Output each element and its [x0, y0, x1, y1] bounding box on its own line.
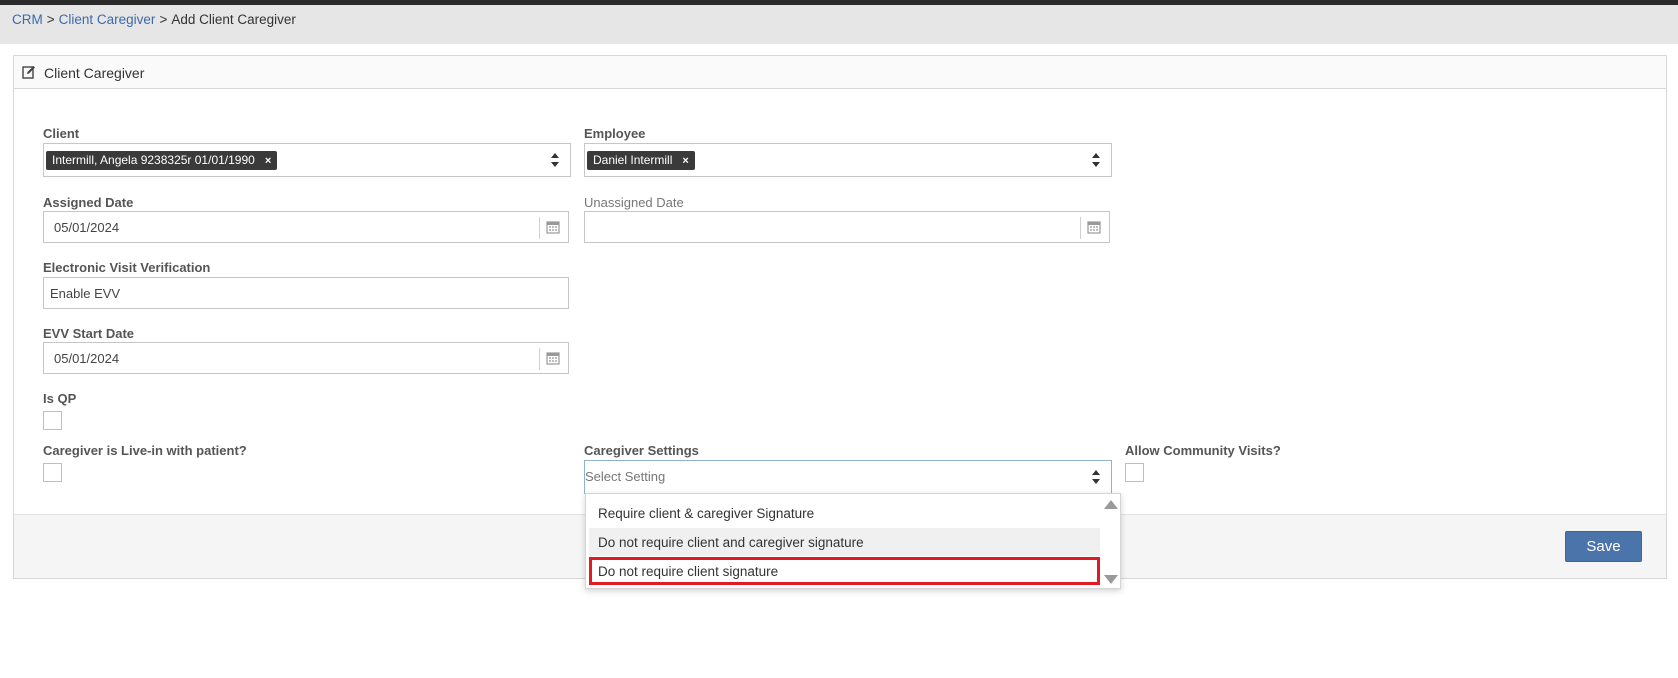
- breadcrumb-separator: >: [46, 12, 55, 27]
- calendar-icon[interactable]: [546, 220, 560, 234]
- evv-value: Enable EVV: [50, 286, 121, 301]
- is-qp-label: Is QP: [43, 391, 77, 406]
- assigned-date-value: 05/01/2024: [54, 220, 120, 235]
- divider: [1080, 217, 1081, 239]
- up-down-arrows-icon: [1092, 470, 1100, 484]
- up-down-arrows-icon: [1092, 153, 1100, 167]
- breadcrumb: CRM > Client Caregiver > Add Client Caregive…: [12, 12, 296, 27]
- option-require-both-signature[interactable]: Require client & caregiver Signature: [589, 499, 1100, 527]
- panel-title: Client Caregiver: [44, 65, 145, 81]
- breadcrumb-current: Add Client Caregiver: [171, 12, 296, 27]
- scroll-down-icon[interactable]: [1104, 575, 1118, 584]
- evv-start-date-input[interactable]: 05/01/2024: [43, 342, 569, 374]
- client-tag-text: Intermill, Angela 9238325r 01/01/1990: [52, 153, 255, 167]
- divider: [539, 348, 540, 370]
- save-button[interactable]: Save: [1565, 531, 1642, 562]
- is-qp-checkbox[interactable]: [43, 411, 62, 430]
- breadcrumb-separator: >: [159, 12, 168, 27]
- assigned-date-label: Assigned Date: [43, 195, 134, 210]
- evv-start-date-value: 05/01/2024: [54, 351, 120, 366]
- evv-input[interactable]: Enable EVV: [43, 277, 569, 309]
- breadcrumb-crm-link[interactable]: CRM: [12, 12, 43, 27]
- option-no-client-caregiver-signature[interactable]: Do not require client and caregiver sign…: [589, 528, 1100, 556]
- client-select[interactable]: Intermill, Angela 9238325r 01/01/1990 ×: [43, 143, 571, 177]
- employee-tag-text: Daniel Intermill: [593, 153, 673, 167]
- employee-tag-remove-icon[interactable]: ×: [682, 155, 688, 167]
- employee-tag: Daniel Intermill ×: [587, 151, 695, 170]
- caregiver-settings-select[interactable]: Select Setting: [584, 460, 1112, 494]
- unassigned-date-label: Unassigned Date: [584, 195, 684, 210]
- evv-label: Electronic Visit Verification: [43, 260, 211, 275]
- employee-select[interactable]: Daniel Intermill ×: [584, 143, 1112, 177]
- employee-label: Employee: [584, 126, 646, 141]
- community-visits-label: Allow Community Visits?: [1125, 443, 1281, 458]
- live-in-label: Caregiver is Live-in with patient?: [43, 443, 247, 458]
- live-in-checkbox[interactable]: [43, 463, 62, 482]
- evv-start-date-label: EVV Start Date: [43, 326, 135, 341]
- calendar-icon[interactable]: [1087, 220, 1101, 234]
- client-label: Client: [43, 126, 80, 141]
- breadcrumb-client-caregiver-link[interactable]: Client Caregiver: [59, 12, 156, 27]
- client-tag: Intermill, Angela 9238325r 01/01/1990 ×: [46, 151, 278, 170]
- edit-icon: [22, 66, 35, 79]
- calendar-icon[interactable]: [546, 351, 560, 365]
- option-no-client-signature[interactable]: Do not require client signature: [589, 557, 1100, 585]
- scroll-up-icon[interactable]: [1104, 500, 1118, 509]
- divider: [539, 217, 540, 239]
- client-tag-remove-icon[interactable]: ×: [265, 155, 271, 167]
- caregiver-settings-label: Caregiver Settings: [584, 443, 699, 458]
- panel-header: Client Caregiver: [14, 56, 1666, 89]
- assigned-date-input[interactable]: 05/01/2024: [43, 211, 569, 243]
- unassigned-date-input[interactable]: [584, 211, 1110, 243]
- caregiver-settings-placeholder: Select Setting: [585, 469, 666, 484]
- breadcrumb-bar: CRM > Client Caregiver > Add Client Caregive…: [0, 5, 1678, 44]
- community-visits-checkbox[interactable]: [1125, 463, 1144, 482]
- up-down-arrows-icon: [551, 153, 559, 167]
- caregiver-settings-dropdown: Require client & caregiver Signature Do …: [585, 493, 1121, 589]
